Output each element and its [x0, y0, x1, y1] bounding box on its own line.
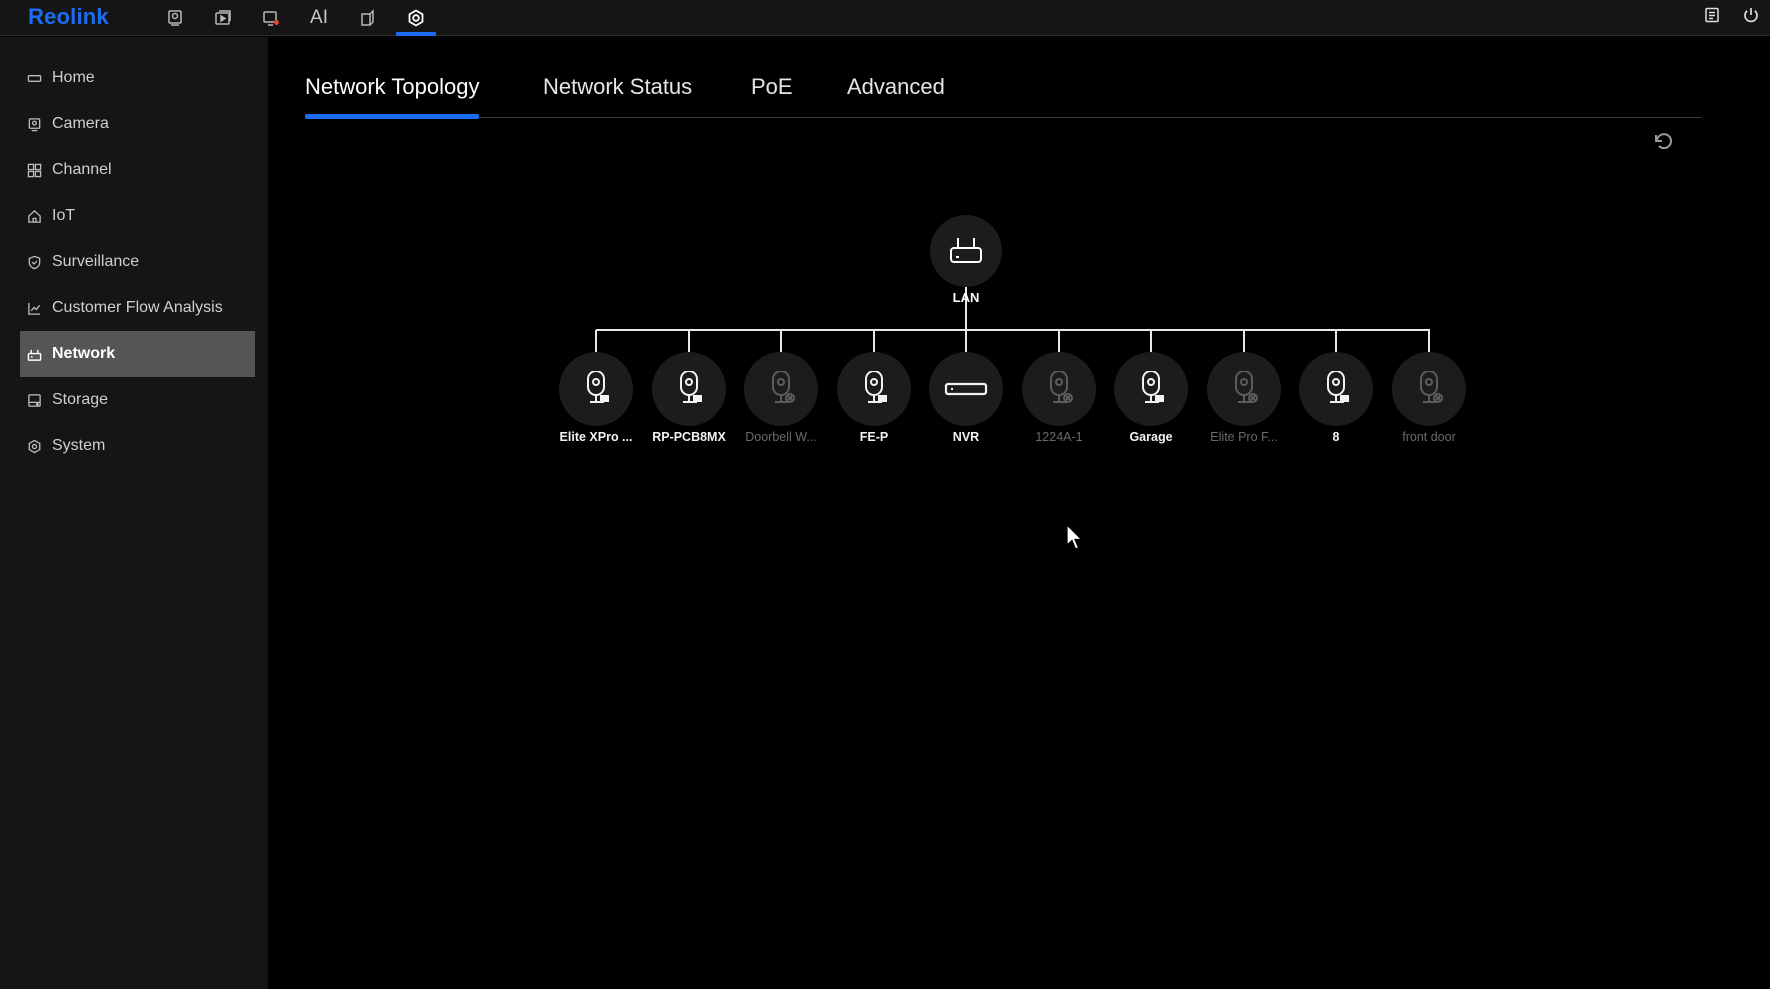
tab-bar: Network Topology Network Status PoE Adva…: [305, 68, 1701, 119]
camera-offline-icon: [772, 371, 795, 403]
tab-poe[interactable]: PoE: [751, 74, 793, 118]
tab-advanced[interactable]: Advanced: [847, 74, 945, 118]
refresh-icon[interactable]: [1650, 128, 1678, 156]
camera-offline-icon: [1420, 371, 1443, 403]
shield-icon: [26, 254, 42, 270]
camera-online-icon: [1327, 371, 1349, 403]
device-node-garage[interactable]: [1114, 352, 1188, 426]
camera-online-icon: [587, 371, 609, 403]
tab-network-topology[interactable]: Network Topology: [305, 74, 480, 119]
sidebar-item-label: Camera: [52, 115, 109, 132]
sidebar: Home Camera Channel IoT Surveillance Cus…: [0, 37, 268, 989]
camera-icon: [26, 116, 42, 132]
sidebar-item-channel[interactable]: Channel: [20, 147, 255, 193]
sidebar-item-customer-flow-analysis[interactable]: Customer Flow Analysis: [20, 285, 255, 331]
power-icon[interactable]: [1734, 0, 1768, 30]
router-icon: [950, 238, 982, 263]
lan-node[interactable]: [930, 215, 1002, 287]
sidebar-item-label: System: [52, 437, 106, 454]
iot-house-icon: [26, 208, 42, 224]
alarm-icon[interactable]: [251, 0, 291, 36]
reolink-logo: Reolink: [28, 4, 109, 29]
lan-label: LAN: [952, 290, 980, 305]
network-icon: [26, 346, 42, 362]
sidebar-item-camera[interactable]: Camera: [20, 101, 255, 147]
settings-icon[interactable]: [396, 0, 436, 36]
sidebar-item-surveillance[interactable]: Surveillance: [20, 239, 255, 285]
device-label: front door: [1402, 430, 1456, 444]
camera-online-icon: [680, 371, 702, 403]
camera-offline-icon: [1050, 371, 1073, 403]
mouse-cursor-icon: [1066, 524, 1083, 550]
ai-menu[interactable]: AI: [299, 0, 339, 36]
live-view-icon[interactable]: [155, 0, 195, 36]
playback-icon[interactable]: [203, 0, 243, 36]
storage-icon: [26, 392, 42, 408]
sidebar-item-label: Network: [52, 345, 116, 362]
sidebar-item-system[interactable]: System: [20, 423, 255, 469]
notes-icon[interactable]: [1695, 0, 1729, 30]
sidebar-item-label: Home: [52, 69, 95, 86]
gear-icon: [26, 438, 42, 454]
camera-online-icon: [865, 371, 887, 403]
sidebar-item-label: Surveillance: [52, 253, 140, 270]
camera-offline-icon: [1235, 371, 1258, 403]
device-node-front-door[interactable]: [1392, 352, 1466, 426]
chart-icon: [26, 300, 42, 316]
camera-online-icon: [1142, 371, 1164, 403]
device-node-rp-pcb8mx[interactable]: [652, 352, 726, 426]
sidebar-item-label: Storage: [52, 391, 109, 408]
device-node-elite-pro-f[interactable]: [1207, 352, 1281, 426]
sidebar-item-label: Customer Flow Analysis: [52, 299, 223, 316]
device-node-fe-p[interactable]: [837, 352, 911, 426]
device-icon[interactable]: [347, 0, 387, 36]
device-node-nvr[interactable]: [929, 352, 1003, 426]
home-icon: [26, 70, 42, 86]
channel-grid-icon: [26, 162, 42, 178]
sidebar-item-storage[interactable]: Storage: [20, 377, 255, 423]
sidebar-item-iot[interactable]: IoT: [20, 193, 255, 239]
sidebar-item-network[interactable]: Network: [20, 331, 255, 377]
sidebar-item-home[interactable]: Home: [20, 55, 255, 101]
sidebar-item-label: IoT: [52, 207, 76, 224]
device-node-8[interactable]: [1299, 352, 1373, 426]
ai-label: AI: [310, 7, 328, 28]
sidebar-item-label: Channel: [52, 161, 112, 178]
device-node-1224a-1[interactable]: [1022, 352, 1096, 426]
top-bar: Reolink AI: [0, 0, 1770, 36]
nvr-icon: [944, 382, 988, 396]
tab-network-status[interactable]: Network Status: [543, 74, 692, 118]
device-node-doorbell[interactable]: [744, 352, 818, 426]
device-node-elite-xpro[interactable]: [559, 352, 633, 426]
